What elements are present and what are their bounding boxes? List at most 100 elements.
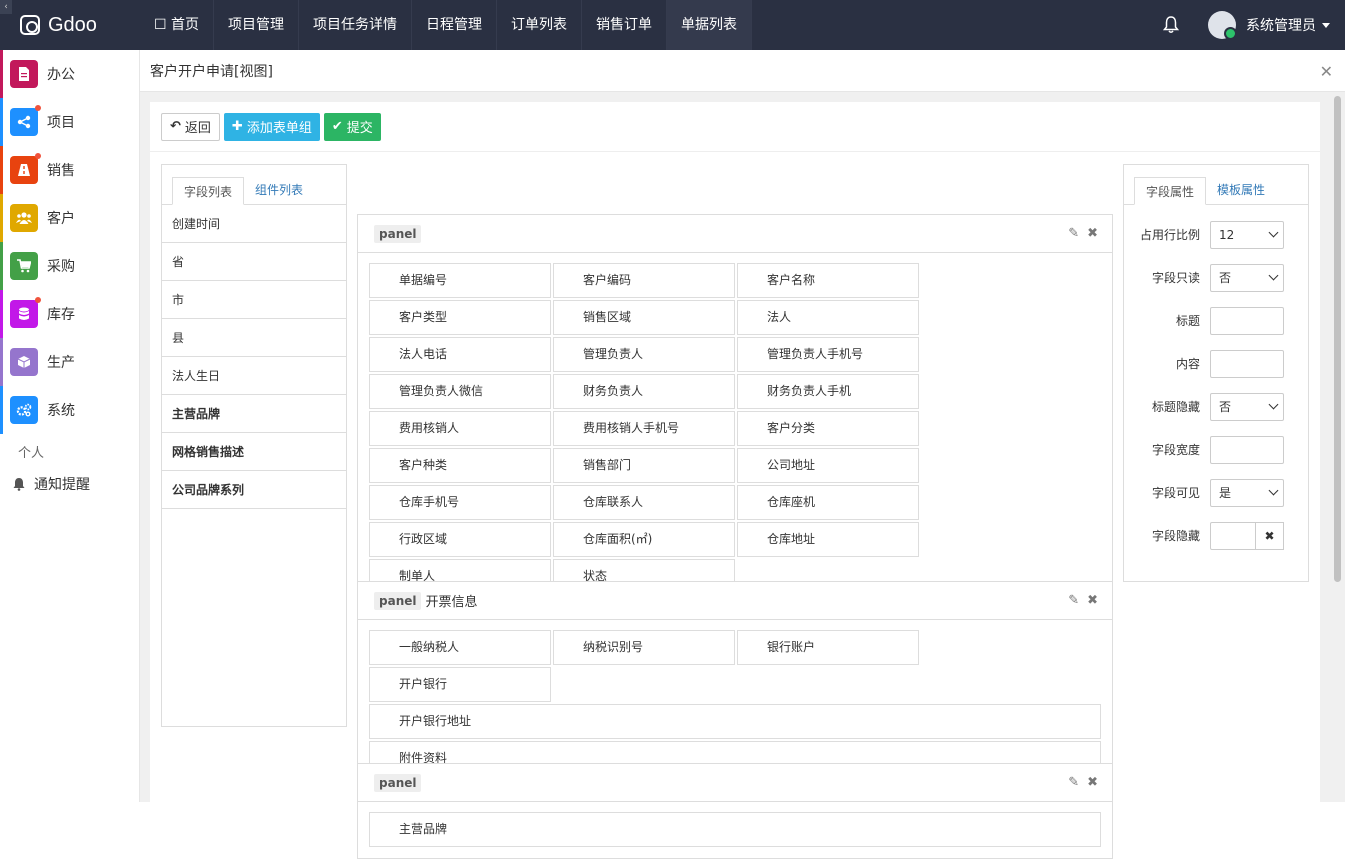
sidebar-item-customer[interactable]: 客户 <box>0 194 139 242</box>
submit-button[interactable]: ✔ 提交 <box>323 112 381 141</box>
form-panel[interactable]: panel ✎ ✖ 主营品牌 <box>357 763 1113 859</box>
sidebar-item-label: 采购 <box>47 259 75 275</box>
property-input[interactable] <box>1210 306 1284 335</box>
form-field-cell[interactable]: 费用核销人手机号 <box>553 411 735 446</box>
topnav-item-order-list[interactable]: 订单列表 <box>497 0 583 50</box>
field-list-item[interactable]: 主营品牌 <box>162 395 346 433</box>
tab-field-list[interactable]: 字段列表 <box>172 177 245 205</box>
property-select[interactable]: 是 <box>1210 478 1284 507</box>
bell-icon[interactable] <box>1163 16 1179 34</box>
back-button[interactable]: ↶ 返回 <box>161 112 220 141</box>
field-list-item[interactable]: 创建时间 <box>162 205 346 243</box>
remove-icon[interactable]: ✖ <box>1087 226 1098 241</box>
select-value: 否 <box>1219 400 1232 414</box>
property-label: 字段隐藏 <box>1151 529 1200 543</box>
form-field-cell[interactable]: 仓库面积(㎡) <box>553 522 735 557</box>
form-field-cell[interactable]: 开户银行 <box>369 667 551 702</box>
field-list-item[interactable]: 省 <box>162 243 346 281</box>
form-field-cell[interactable]: 开户银行地址 <box>369 704 1101 739</box>
property-input[interactable] <box>1210 435 1284 464</box>
topnav-item-projects[interactable]: 项目管理 <box>214 0 300 50</box>
field-list-item[interactable]: 网格销售描述 <box>162 433 346 471</box>
form-field-cell[interactable]: 客户分类 <box>737 411 919 446</box>
form-field-cell[interactable]: 管理负责人 <box>553 337 735 372</box>
panel-body: 一般纳税人 纳税识别号 银行账户 开户银行 开户银行地址 附件资料 <box>358 620 1112 787</box>
form-panel[interactable]: panel ✎ ✖ 单据编号 客户编码 客户名称 客户类型 销售区域 法人 法人电话 管理负责人 管理… <box>357 214 1113 643</box>
sidebar-item-system[interactable]: 系统 <box>0 386 139 434</box>
property-select[interactable]: 否 <box>1210 392 1284 421</box>
form-field-cell[interactable]: 仓库联系人 <box>553 485 735 520</box>
page-scrollbar[interactable] <box>1332 94 1343 802</box>
add-group-button[interactable]: ✚ 添加表单组 <box>223 112 320 141</box>
panel-body: 主营品牌 <box>358 802 1112 858</box>
logo-icon <box>20 15 40 35</box>
field-list-item[interactable]: 县 <box>162 319 346 357</box>
sidebar-item-inventory[interactable]: 库存 <box>0 290 139 338</box>
property-input[interactable] <box>1210 521 1256 550</box>
sidebar-section-personal: 个人 <box>18 446 45 461</box>
sidebar-item-office[interactable]: 办公 <box>0 50 139 98</box>
chevron-down-icon <box>1268 270 1279 281</box>
topnav-item-home[interactable]: ☐ 首页 <box>140 0 215 50</box>
form-field-cell[interactable]: 管理负责人微信 <box>369 374 551 409</box>
topnav-item-project-task[interactable]: 项目任务详情 <box>299 0 413 50</box>
clear-icon[interactable]: ✖ <box>1256 521 1284 550</box>
panel-title: 开票信息 <box>425 595 478 610</box>
form-field-cell[interactable]: 仓库地址 <box>737 522 919 557</box>
property-label: 字段可见 <box>1151 486 1200 500</box>
form-field-cell[interactable]: 客户名称 <box>737 263 919 298</box>
tab-component-list[interactable]: 组件列表 <box>244 176 314 204</box>
pencil-icon[interactable]: ✎ <box>1068 775 1079 790</box>
form-field-cell[interactable]: 财务负责人手机 <box>737 374 919 409</box>
tab-field-properties[interactable]: 字段属性 <box>1134 177 1207 205</box>
app-logo[interactable]: Gdoo <box>0 0 140 50</box>
form-field-cell[interactable]: 销售区域 <box>553 300 735 335</box>
field-list-item[interactable]: 市 <box>162 281 346 319</box>
form-field-cell[interactable]: 客户种类 <box>369 448 551 483</box>
property-select[interactable]: 12 <box>1210 220 1284 249</box>
sidebar-item-sales[interactable]: 销售 <box>0 146 139 194</box>
form-field-cell[interactable]: 单据编号 <box>369 263 551 298</box>
form-field-cell[interactable]: 法人 <box>737 300 919 335</box>
topnav-item-schedule[interactable]: 日程管理 <box>412 0 498 50</box>
tab-template-properties[interactable]: 模板属性 <box>1206 176 1276 204</box>
form-field-cell[interactable]: 公司地址 <box>737 448 919 483</box>
remove-icon[interactable]: ✖ <box>1087 593 1098 608</box>
form-field-cell[interactable]: 客户类型 <box>369 300 551 335</box>
form-field-cell[interactable]: 费用核销人 <box>369 411 551 446</box>
pencil-icon[interactable]: ✎ <box>1068 593 1079 608</box>
property-select[interactable]: 否 <box>1210 263 1284 292</box>
sidebar-item-notice[interactable]: 通知提醒 <box>0 466 139 502</box>
property-input[interactable] <box>1210 349 1284 378</box>
sidebar-item-purchase[interactable]: 采购 <box>0 242 139 290</box>
user-menu[interactable]: 系统管理员 <box>1208 11 1330 40</box>
field-list-item[interactable]: 法人生日 <box>162 357 346 395</box>
close-icon[interactable]: ✕ <box>1320 62 1333 81</box>
scrollbar-thumb[interactable] <box>1334 96 1341 582</box>
property-row: 字段可见 是 <box>1124 471 1308 514</box>
sidebar-item-project[interactable]: 项目 <box>0 98 139 146</box>
main-area: 客户开户申请[视图] ✕ ↶ 返回 ✚ 添加表单组 ✔ 提交 字段列表 组件列表… <box>140 50 1345 859</box>
form-field-cell[interactable]: 法人电话 <box>369 337 551 372</box>
field-list-item[interactable]: 公司品牌系列 <box>162 471 346 509</box>
form-field-cell[interactable]: 仓库手机号 <box>369 485 551 520</box>
back-button-label: 返回 <box>184 121 211 136</box>
form-field-cell[interactable]: 销售部门 <box>553 448 735 483</box>
form-field-cell[interactable]: 一般纳税人 <box>369 630 551 665</box>
topnav-item-doc-list[interactable]: 单据列表 <box>667 0 753 50</box>
topnav-item-sales-order[interactable]: 销售订单 <box>582 0 668 50</box>
pencil-icon[interactable]: ✎ <box>1068 226 1079 241</box>
form-field-cell[interactable]: 主营品牌 <box>369 812 1101 847</box>
form-field-cell[interactable]: 行政区域 <box>369 522 551 557</box>
property-label: 标题隐藏 <box>1151 400 1200 414</box>
remove-icon[interactable]: ✖ <box>1087 775 1098 790</box>
sidebar-item-production[interactable]: 生产 <box>0 338 139 386</box>
form-field-cell[interactable]: 财务负责人 <box>553 374 735 409</box>
form-panel[interactable]: panel 开票信息 ✎ ✖ 一般纳税人 纳税识别号 银行账户 开户银行 开户银行地址 附件资料 <box>357 581 1113 788</box>
sidebar-accent <box>0 290 3 338</box>
form-field-cell[interactable]: 纳税识别号 <box>553 630 735 665</box>
form-field-cell[interactable]: 银行账户 <box>737 630 919 665</box>
form-field-cell[interactable]: 仓库座机 <box>737 485 919 520</box>
form-field-cell[interactable]: 管理负责人手机号 <box>737 337 919 372</box>
form-field-cell[interactable]: 客户编码 <box>553 263 735 298</box>
